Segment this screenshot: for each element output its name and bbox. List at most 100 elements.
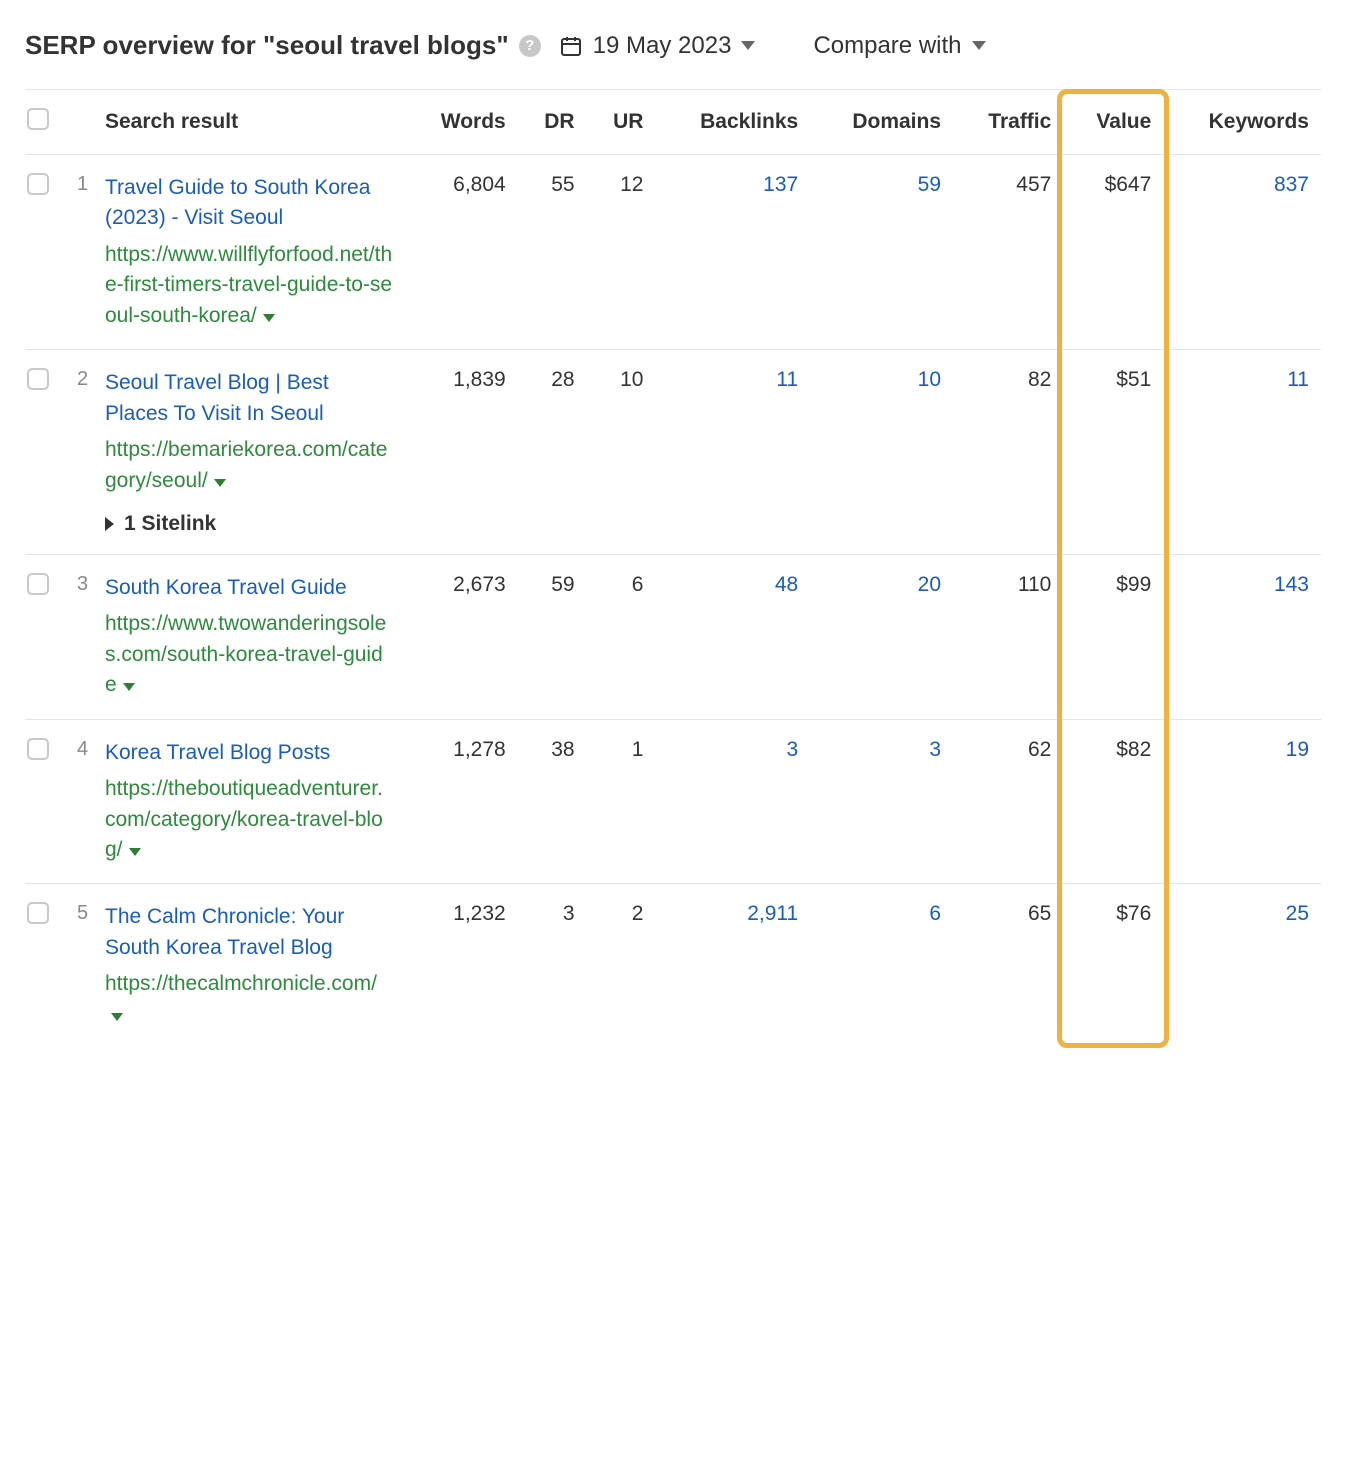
traffic-cell: 62 <box>953 719 1063 884</box>
result-title-link[interactable]: Travel Guide to South Korea (2023) - Vis… <box>105 173 393 234</box>
page-title: SERP overview for "seoul travel blogs" ? <box>25 30 541 61</box>
table-row: 3 South Korea Travel Guide https://www.t… <box>25 554 1321 719</box>
keywords-cell[interactable]: 11 <box>1163 350 1321 555</box>
ur-cell: 10 <box>587 350 656 555</box>
domains-cell[interactable]: 59 <box>810 155 953 350</box>
words-cell: 2,673 <box>405 554 518 719</box>
position-cell: 2 <box>65 350 105 555</box>
value-cell: $647 <box>1063 155 1163 350</box>
words-header[interactable]: Words <box>405 90 518 155</box>
value-cell: $51 <box>1063 350 1163 555</box>
value-cell: $76 <box>1063 884 1163 1048</box>
result-url[interactable]: https://www.willflyforfood.net/the-first… <box>105 240 393 331</box>
backlinks-cell[interactable]: 11 <box>655 350 810 555</box>
backlinks-header[interactable]: Backlinks <box>655 90 810 155</box>
title-text: SERP overview for "seoul travel blogs" <box>25 30 509 61</box>
chevron-down-icon[interactable] <box>129 848 141 856</box>
table-row: 2 Seoul Travel Blog | Best Places To Vis… <box>25 350 1321 555</box>
chevron-down-icon[interactable] <box>111 1013 123 1021</box>
backlinks-cell[interactable]: 137 <box>655 155 810 350</box>
search-result-cell: Korea Travel Blog Posts https://thebouti… <box>105 719 405 884</box>
result-title-link[interactable]: The Calm Chronicle: Your South Korea Tra… <box>105 902 393 963</box>
row-checkbox[interactable] <box>27 368 49 390</box>
search-result-cell: Travel Guide to South Korea (2023) - Vis… <box>105 155 405 350</box>
words-cell: 1,839 <box>405 350 518 555</box>
ur-cell: 6 <box>587 554 656 719</box>
position-cell: 5 <box>65 884 105 1048</box>
sitelink-toggle[interactable]: 1 Sitelink <box>105 512 393 536</box>
result-url[interactable]: https://bemariekorea.com/category/seoul/ <box>105 435 393 496</box>
value-header[interactable]: Value <box>1063 90 1163 155</box>
backlinks-cell[interactable]: 3 <box>655 719 810 884</box>
calendar-icon <box>559 34 583 58</box>
ur-cell: 1 <box>587 719 656 884</box>
dr-cell: 38 <box>518 719 587 884</box>
chevron-down-icon[interactable] <box>123 683 135 691</box>
traffic-header[interactable]: Traffic <box>953 90 1063 155</box>
dr-cell: 55 <box>518 155 587 350</box>
result-url[interactable]: https://www.twowanderingsoles.com/south-… <box>105 609 393 700</box>
compare-button[interactable]: Compare with <box>813 32 985 60</box>
result-title-link[interactable]: Seoul Travel Blog | Best Places To Visit… <box>105 368 393 429</box>
position-cell: 4 <box>65 719 105 884</box>
chevron-down-icon[interactable] <box>263 314 275 322</box>
result-url[interactable]: https://theboutiqueadventurer.com/catego… <box>105 774 393 865</box>
compare-label: Compare with <box>813 32 961 60</box>
page-header: SERP overview for "seoul travel blogs" ?… <box>25 30 1321 61</box>
search-result-cell: Seoul Travel Blog | Best Places To Visit… <box>105 350 405 555</box>
date-picker[interactable]: 19 May 2023 <box>559 32 756 60</box>
ur-header[interactable]: UR <box>587 90 656 155</box>
domains-header[interactable]: Domains <box>810 90 953 155</box>
chevron-right-icon <box>105 517 114 531</box>
ur-cell: 12 <box>587 155 656 350</box>
keywords-header[interactable]: Keywords <box>1163 90 1321 155</box>
search-result-header[interactable]: Search result <box>105 90 405 155</box>
backlinks-cell[interactable]: 48 <box>655 554 810 719</box>
traffic-cell: 65 <box>953 884 1063 1048</box>
help-icon[interactable]: ? <box>519 35 541 57</box>
result-title-link[interactable]: Korea Travel Blog Posts <box>105 738 393 768</box>
dr-cell: 59 <box>518 554 587 719</box>
select-all-checkbox[interactable] <box>27 108 49 130</box>
serp-table: Search result Words DR UR Backlinks Doma… <box>25 89 1321 1048</box>
dr-cell: 3 <box>518 884 587 1048</box>
keywords-cell[interactable]: 25 <box>1163 884 1321 1048</box>
words-cell: 6,804 <box>405 155 518 350</box>
chevron-down-icon <box>972 41 986 50</box>
search-result-cell: South Korea Travel Guide https://www.two… <box>105 554 405 719</box>
traffic-cell: 82 <box>953 350 1063 555</box>
keywords-cell[interactable]: 19 <box>1163 719 1321 884</box>
row-checkbox[interactable] <box>27 573 49 595</box>
dr-cell: 28 <box>518 350 587 555</box>
table-row: 4 Korea Travel Blog Posts https://thebou… <box>25 719 1321 884</box>
serp-table-container: Search result Words DR UR Backlinks Doma… <box>25 89 1321 1048</box>
table-header-row: Search result Words DR UR Backlinks Doma… <box>25 90 1321 155</box>
ur-cell: 2 <box>587 884 656 1048</box>
row-checkbox[interactable] <box>27 173 49 195</box>
table-row: 5 The Calm Chronicle: Your South Korea T… <box>25 884 1321 1048</box>
position-cell: 3 <box>65 554 105 719</box>
backlinks-cell[interactable]: 2,911 <box>655 884 810 1048</box>
traffic-cell: 110 <box>953 554 1063 719</box>
domains-cell[interactable]: 3 <box>810 719 953 884</box>
select-all-header <box>25 90 65 155</box>
table-row: 1 Travel Guide to South Korea (2023) - V… <box>25 155 1321 350</box>
chevron-down-icon <box>741 41 755 50</box>
search-result-cell: The Calm Chronicle: Your South Korea Tra… <box>105 884 405 1048</box>
result-url[interactable]: https://thecalmchronicle.com/ <box>105 969 393 1030</box>
position-cell: 1 <box>65 155 105 350</box>
domains-cell[interactable]: 20 <box>810 554 953 719</box>
row-checkbox[interactable] <box>27 738 49 760</box>
dr-header[interactable]: DR <box>518 90 587 155</box>
keywords-cell[interactable]: 143 <box>1163 554 1321 719</box>
chevron-down-icon[interactable] <box>214 479 226 487</box>
domains-cell[interactable]: 6 <box>810 884 953 1048</box>
domains-cell[interactable]: 10 <box>810 350 953 555</box>
words-cell: 1,232 <box>405 884 518 1048</box>
row-checkbox[interactable] <box>27 902 49 924</box>
result-title-link[interactable]: South Korea Travel Guide <box>105 573 393 603</box>
keywords-cell[interactable]: 837 <box>1163 155 1321 350</box>
date-value: 19 May 2023 <box>593 32 732 60</box>
words-cell: 1,278 <box>405 719 518 884</box>
value-cell: $99 <box>1063 554 1163 719</box>
